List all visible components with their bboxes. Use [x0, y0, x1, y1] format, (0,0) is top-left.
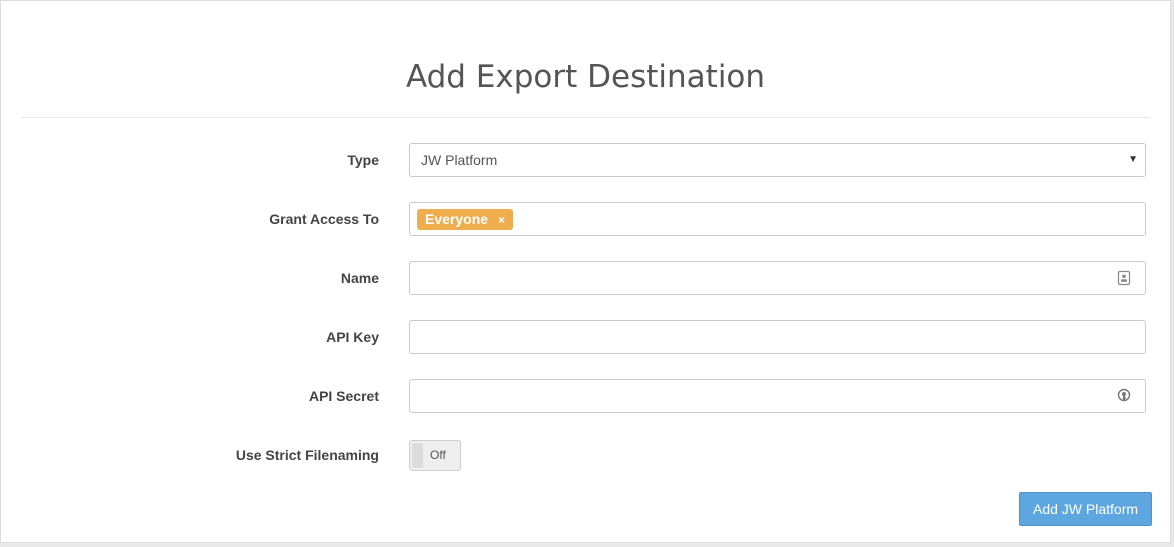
page-title: Add Export Destination	[405, 59, 766, 95]
toggle-knob	[412, 443, 423, 468]
name-row: Name	[1, 261, 1170, 295]
add-jw-platform-button[interactable]: Add JW Platform	[1019, 492, 1152, 526]
name-label: Name	[340, 270, 379, 286]
api-key-row: API Key	[1, 320, 1170, 354]
toggle-state-text: Off	[430, 448, 446, 462]
strict-filenaming-label: Use Strict Filenaming	[235, 447, 379, 463]
api-secret-field[interactable]	[409, 379, 1146, 413]
api-key-label: API Key	[326, 329, 379, 345]
export-destination-panel: Add Export Destination Type JW Platform …	[0, 0, 1171, 543]
grant-access-label: Grant Access To	[269, 211, 379, 227]
grant-access-row: Grant Access To Everyone ×	[1, 202, 1170, 236]
strict-filenaming-toggle[interactable]: Off	[409, 440, 461, 471]
password-key-icon[interactable]	[1117, 388, 1131, 404]
name-field[interactable]	[409, 261, 1146, 295]
type-select[interactable]: JW Platform ▼	[409, 143, 1146, 177]
api-secret-row: API Secret	[1, 379, 1170, 413]
everyone-tag: Everyone ×	[417, 209, 514, 230]
api-secret-label: API Secret	[308, 388, 379, 404]
type-row: Type JW Platform ▼	[1, 143, 1170, 177]
title-divider	[21, 117, 1150, 118]
type-label: Type	[347, 152, 379, 168]
api-key-field[interactable]	[409, 320, 1146, 354]
type-select-value: JW Platform	[421, 152, 498, 168]
tag-label: Everyone	[425, 211, 489, 227]
close-icon[interactable]: ×	[498, 213, 505, 227]
contact-card-icon[interactable]	[1117, 270, 1131, 286]
strict-filenaming-row: Use Strict Filenaming Off	[1, 438, 1170, 472]
grant-access-input[interactable]: Everyone ×	[409, 202, 1146, 236]
chevron-down-icon[interactable]: ▼	[1128, 144, 1138, 176]
